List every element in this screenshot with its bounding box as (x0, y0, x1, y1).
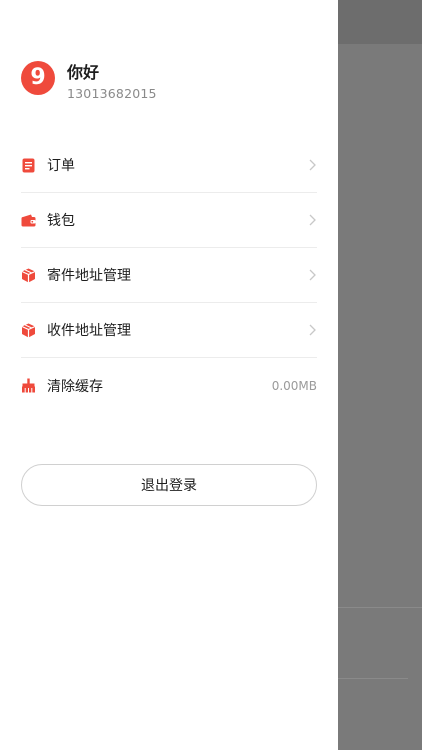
user-phone: 13013682015 (67, 86, 157, 101)
broom-icon (21, 378, 36, 393)
drawer-menu: 订单 钱包 寄件地址管理 收件地址管理 清除缓存 0.00MB (21, 138, 317, 413)
logout-button[interactable]: 退出登录 (21, 464, 317, 506)
menu-item-receiver-addresses[interactable]: 收件地址管理 (21, 303, 317, 358)
dimmed-overlay[interactable] (338, 0, 422, 750)
chevron-right-icon (307, 268, 317, 282)
menu-item-label: 钱包 (47, 213, 75, 229)
menu-item-clear-cache[interactable]: 清除缓存 0.00MB (21, 358, 317, 413)
receive-package-icon (21, 323, 36, 338)
menu-item-label: 收件地址管理 (47, 323, 131, 339)
wallet-icon (21, 213, 36, 228)
menu-item-label: 寄件地址管理 (47, 268, 131, 284)
chevron-right-icon (307, 323, 317, 337)
order-document-icon (21, 158, 36, 173)
menu-item-label: 订单 (47, 158, 75, 174)
menu-item-orders[interactable]: 订单 (21, 138, 317, 193)
avatar-glyph: 9 (30, 64, 46, 90)
chevron-right-icon (307, 158, 317, 172)
menu-item-wallet[interactable]: 钱包 (21, 193, 317, 248)
menu-item-label: 清除缓存 (47, 378, 103, 395)
cache-size-value: 0.00MB (271, 378, 317, 393)
app-logo-icon: 9 (21, 61, 55, 95)
user-nickname: 你好 (67, 63, 100, 82)
user-profile[interactable]: 9 你好 13013682015 (21, 59, 321, 105)
overlay-divider (338, 607, 422, 608)
side-drawer: 9 你好 13013682015 订单 钱包 寄件地址管理 收件地址管理 清除缓… (0, 0, 338, 750)
send-package-icon (21, 268, 36, 283)
chevron-right-icon (307, 213, 317, 227)
overlay-divider (338, 678, 408, 679)
menu-item-sender-addresses[interactable]: 寄件地址管理 (21, 248, 317, 303)
overlay-header-area (338, 0, 422, 44)
